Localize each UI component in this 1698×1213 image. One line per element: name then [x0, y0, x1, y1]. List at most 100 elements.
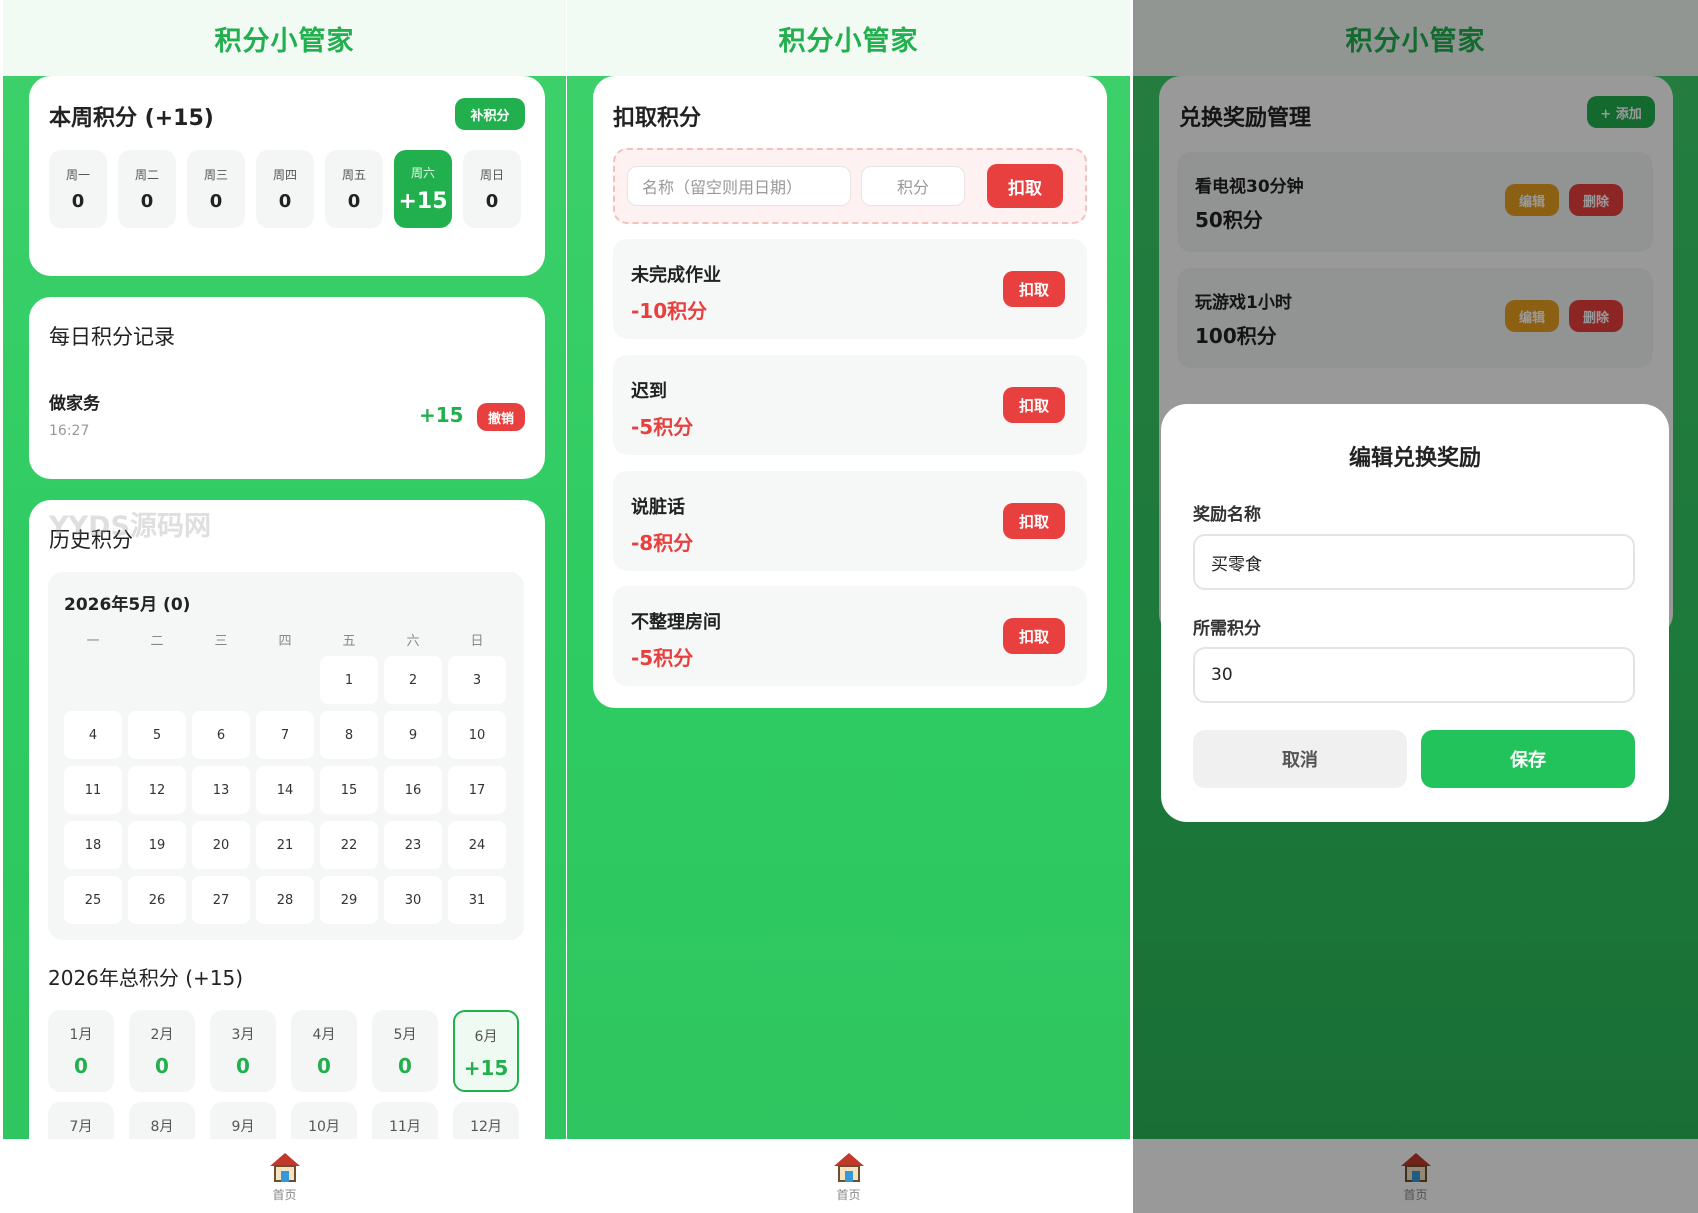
calendar-day[interactable]: 1 — [320, 656, 378, 704]
month-tile[interactable]: 6月 +15 — [453, 1010, 519, 1092]
calendar-day[interactable]: 31 — [448, 876, 506, 924]
month-label: 8月 — [150, 1119, 174, 1135]
screen-deduct: 积分小管家 扣取积分 名称（留空则用日期） 积分 扣取 未完成作业 -10积分 … — [567, 0, 1130, 1213]
home-icon[interactable] — [833, 1153, 864, 1183]
calendar-day[interactable]: 24 — [448, 821, 506, 869]
calendar-day[interactable]: 13 — [192, 766, 250, 814]
deduct-item-button[interactable]: 扣取 — [1003, 271, 1065, 307]
reward-points-input[interactable]: 30 — [1193, 647, 1635, 703]
deduct-item-button[interactable]: 扣取 — [1003, 618, 1065, 654]
weekday-fri[interactable]: 周五 0 — [325, 150, 383, 228]
month-label: 9月 — [231, 1119, 255, 1135]
deduct-item: 未完成作业 -10积分 扣取 — [613, 239, 1087, 339]
daily-record-title: 每日积分记录 — [49, 325, 175, 349]
calendar-day[interactable]: 9 — [384, 711, 442, 759]
calendar-day[interactable]: 18 — [64, 821, 122, 869]
month-label: 1月 — [69, 1027, 93, 1043]
calendar-day[interactable]: 10 — [448, 711, 506, 759]
month-tile[interactable]: 5月 0 — [372, 1010, 438, 1092]
calendar-day[interactable]: 17 — [448, 766, 506, 814]
deduct-submit-button[interactable]: 扣取 — [987, 164, 1063, 208]
deduct-card: 扣取积分 名称（留空则用日期） 积分 扣取 未完成作业 -10积分 扣取 迟到 … — [593, 76, 1107, 708]
calendar-day[interactable]: 28 — [256, 876, 314, 924]
record-name: 做家务 — [49, 394, 100, 414]
calendar-day[interactable]: 22 — [320, 821, 378, 869]
calendar-month-title: 2026年5月 (0) — [64, 595, 191, 615]
calendar-day[interactable]: 21 — [256, 821, 314, 869]
calendar-day[interactable]: 25 — [64, 876, 122, 924]
calendar-day[interactable]: 20 — [192, 821, 250, 869]
calendar-day[interactable]: 14 — [256, 766, 314, 814]
calendar-day[interactable]: 7 — [256, 711, 314, 759]
weekday-value: 0 — [485, 191, 499, 212]
deduct-item-name: 未完成作业 — [631, 265, 721, 286]
calendar-day[interactable]: 19 — [128, 821, 186, 869]
month-label: 6月 — [474, 1029, 498, 1045]
deduct-form: 名称（留空则用日期） 积分 扣取 — [613, 148, 1087, 224]
weekday-value: +15 — [398, 189, 448, 214]
calendar-day[interactable]: 16 — [384, 766, 442, 814]
month-tile[interactable]: 4月 0 — [291, 1010, 357, 1092]
nav-home-label[interactable]: 首页 — [272, 1186, 296, 1203]
calendar-day[interactable]: 23 — [384, 821, 442, 869]
deduct-points-input[interactable]: 积分 — [861, 166, 965, 206]
screen-home: 积分小管家 本周积分 (+15) 补积分 周一 0 周二 0 周三 0 周四 0 周五 0… — [3, 0, 566, 1213]
month-tile[interactable]: 3月 0 — [210, 1010, 276, 1092]
reward-name-input[interactable]: 买零食 — [1193, 534, 1635, 590]
weekday-wed[interactable]: 周三 0 — [187, 150, 245, 228]
watermark: YYDS源码网 — [49, 511, 211, 542]
weekday-value: 0 — [347, 191, 361, 212]
record-time: 16:27 — [49, 423, 90, 439]
nav-home-label[interactable]: 首页 — [836, 1186, 860, 1203]
calendar-day[interactable]: 5 — [128, 711, 186, 759]
month-value: +15 — [463, 1056, 509, 1080]
deduct-item-points: -8积分 — [631, 531, 694, 555]
weekday-mon[interactable]: 周一 0 — [49, 150, 107, 228]
bottom-nav: 首页 — [567, 1139, 1130, 1213]
deduct-item-points: -10积分 — [631, 299, 708, 323]
calendar-day[interactable]: 29 — [320, 876, 378, 924]
month-value: 0 — [236, 1054, 250, 1078]
calendar-day[interactable]: 2 — [384, 656, 442, 704]
calendar-day[interactable]: 6 — [192, 711, 250, 759]
calendar-day[interactable]: 4 — [64, 711, 122, 759]
month-label: 4月 — [312, 1027, 336, 1043]
month-value: 0 — [74, 1054, 88, 1078]
weekday-thu[interactable]: 周四 0 — [256, 150, 314, 228]
calendar-day[interactable]: 26 — [128, 876, 186, 924]
weekday-label: 周四 — [272, 168, 297, 182]
calendar-day[interactable]: 30 — [384, 876, 442, 924]
deduct-item-name: 不整理房间 — [631, 612, 721, 633]
weekday-value: 0 — [71, 191, 85, 212]
calendar-day[interactable]: 11 — [64, 766, 122, 814]
weekday-sun[interactable]: 周日 0 — [463, 150, 521, 228]
weekday-label: 周二 — [134, 168, 159, 182]
weekday-value: 0 — [278, 191, 292, 212]
save-button[interactable]: 保存 — [1421, 730, 1635, 788]
home-icon[interactable] — [269, 1153, 300, 1183]
calendar-day[interactable]: 15 — [320, 766, 378, 814]
month-label: 5月 — [393, 1027, 417, 1043]
calendar-day[interactable]: 27 — [192, 876, 250, 924]
month-tile[interactable]: 1月 0 — [48, 1010, 114, 1092]
top-bar: 积分小管家 — [567, 0, 1130, 76]
weekday-label: 周三 — [203, 168, 228, 182]
deduct-item-button[interactable]: 扣取 — [1003, 387, 1065, 423]
calendar-day[interactable]: 8 — [320, 711, 378, 759]
reward-points-label: 所需积分 — [1193, 619, 1261, 639]
cancel-button[interactable]: 取消 — [1193, 730, 1407, 788]
deduct-item-button[interactable]: 扣取 — [1003, 503, 1065, 539]
calendar-day[interactable]: 3 — [448, 656, 506, 704]
screens-container: 积分小管家 本周积分 (+15) 补积分 周一 0 周二 0 周三 0 周四 0 周五 0… — [0, 0, 1698, 1213]
weekday-sat[interactable]: 周六 +15 — [394, 150, 452, 228]
weekday-tue[interactable]: 周二 0 — [118, 150, 176, 228]
calendar-day[interactable]: 12 — [128, 766, 186, 814]
daily-record-card: 每日积分记录 做家务 16:27 +15 撤销 — [29, 297, 545, 479]
add-points-button[interactable]: 补积分 — [455, 98, 525, 130]
month-tile[interactable]: 2月 0 — [129, 1010, 195, 1092]
month-label: 2月 — [150, 1027, 174, 1043]
deduct-name-input[interactable]: 名称（留空则用日期） — [627, 166, 851, 206]
deduct-title: 扣取积分 — [613, 106, 702, 131]
undo-button[interactable]: 撤销 — [477, 403, 525, 431]
weekday-header: 二 — [150, 634, 164, 649]
